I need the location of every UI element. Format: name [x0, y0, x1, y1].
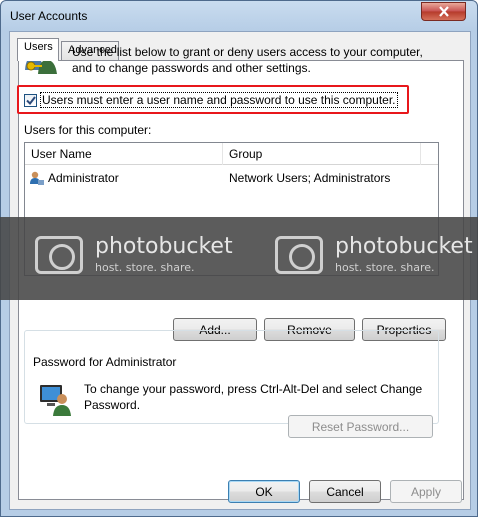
tab-users[interactable]: Users [17, 38, 59, 61]
column-header-user-name[interactable]: User Name [25, 143, 223, 165]
watermark-brand: photobucket [95, 234, 233, 259]
user-name-cell: Administrator [25, 170, 223, 186]
reset-password-button[interactable]: Reset Password... [288, 415, 433, 438]
photobucket-watermark: photobucket host. store. share. photobuc… [0, 217, 478, 300]
window-title: User Accounts [10, 9, 88, 23]
photobucket-logo-icon [275, 235, 323, 274]
users-list-label: Users for this computer: [24, 123, 152, 137]
password-instructions: To change your password, press Ctrl-Alt-… [84, 382, 423, 412]
users-list-header: User Name Group [25, 143, 438, 165]
photobucket-logo-icon [35, 235, 83, 274]
title-bar[interactable]: User Accounts [1, 1, 477, 31]
apply-button[interactable]: Apply [390, 480, 462, 503]
require-password-checkbox[interactable] [24, 93, 37, 107]
tab-users-label: Users [24, 41, 53, 53]
password-group-title: Password for Administrator [30, 355, 180, 369]
watermark-brand-2: photobucket [335, 234, 473, 259]
intro-description: Use the list below to grant or deny user… [72, 45, 423, 75]
require-password-option[interactable]: Users must enter a user name and passwor… [24, 92, 398, 108]
user-name-text: Administrator [48, 171, 119, 185]
checkmark-icon [25, 95, 36, 105]
ok-button[interactable]: OK [228, 480, 300, 503]
close-icon [438, 6, 449, 17]
close-button[interactable] [421, 2, 466, 21]
computer-user-icon [38, 382, 72, 419]
watermark-right: photobucket host. store. share. [275, 235, 473, 274]
watermark-tagline-2: host. store. share. [335, 261, 435, 274]
require-password-label[interactable]: Users must enter a user name and passwor… [40, 92, 398, 108]
watermark-left: photobucket host. store. share. [35, 235, 233, 274]
column-header-group[interactable]: Group [223, 143, 421, 165]
cancel-button[interactable]: Cancel [309, 480, 381, 503]
user-icon [30, 171, 44, 185]
watermark-tagline: host. store. share. [95, 261, 195, 274]
table-row[interactable]: Administrator Network Users; Administrat… [25, 169, 438, 187]
group-cell: Network Users; Administrators [229, 171, 391, 185]
